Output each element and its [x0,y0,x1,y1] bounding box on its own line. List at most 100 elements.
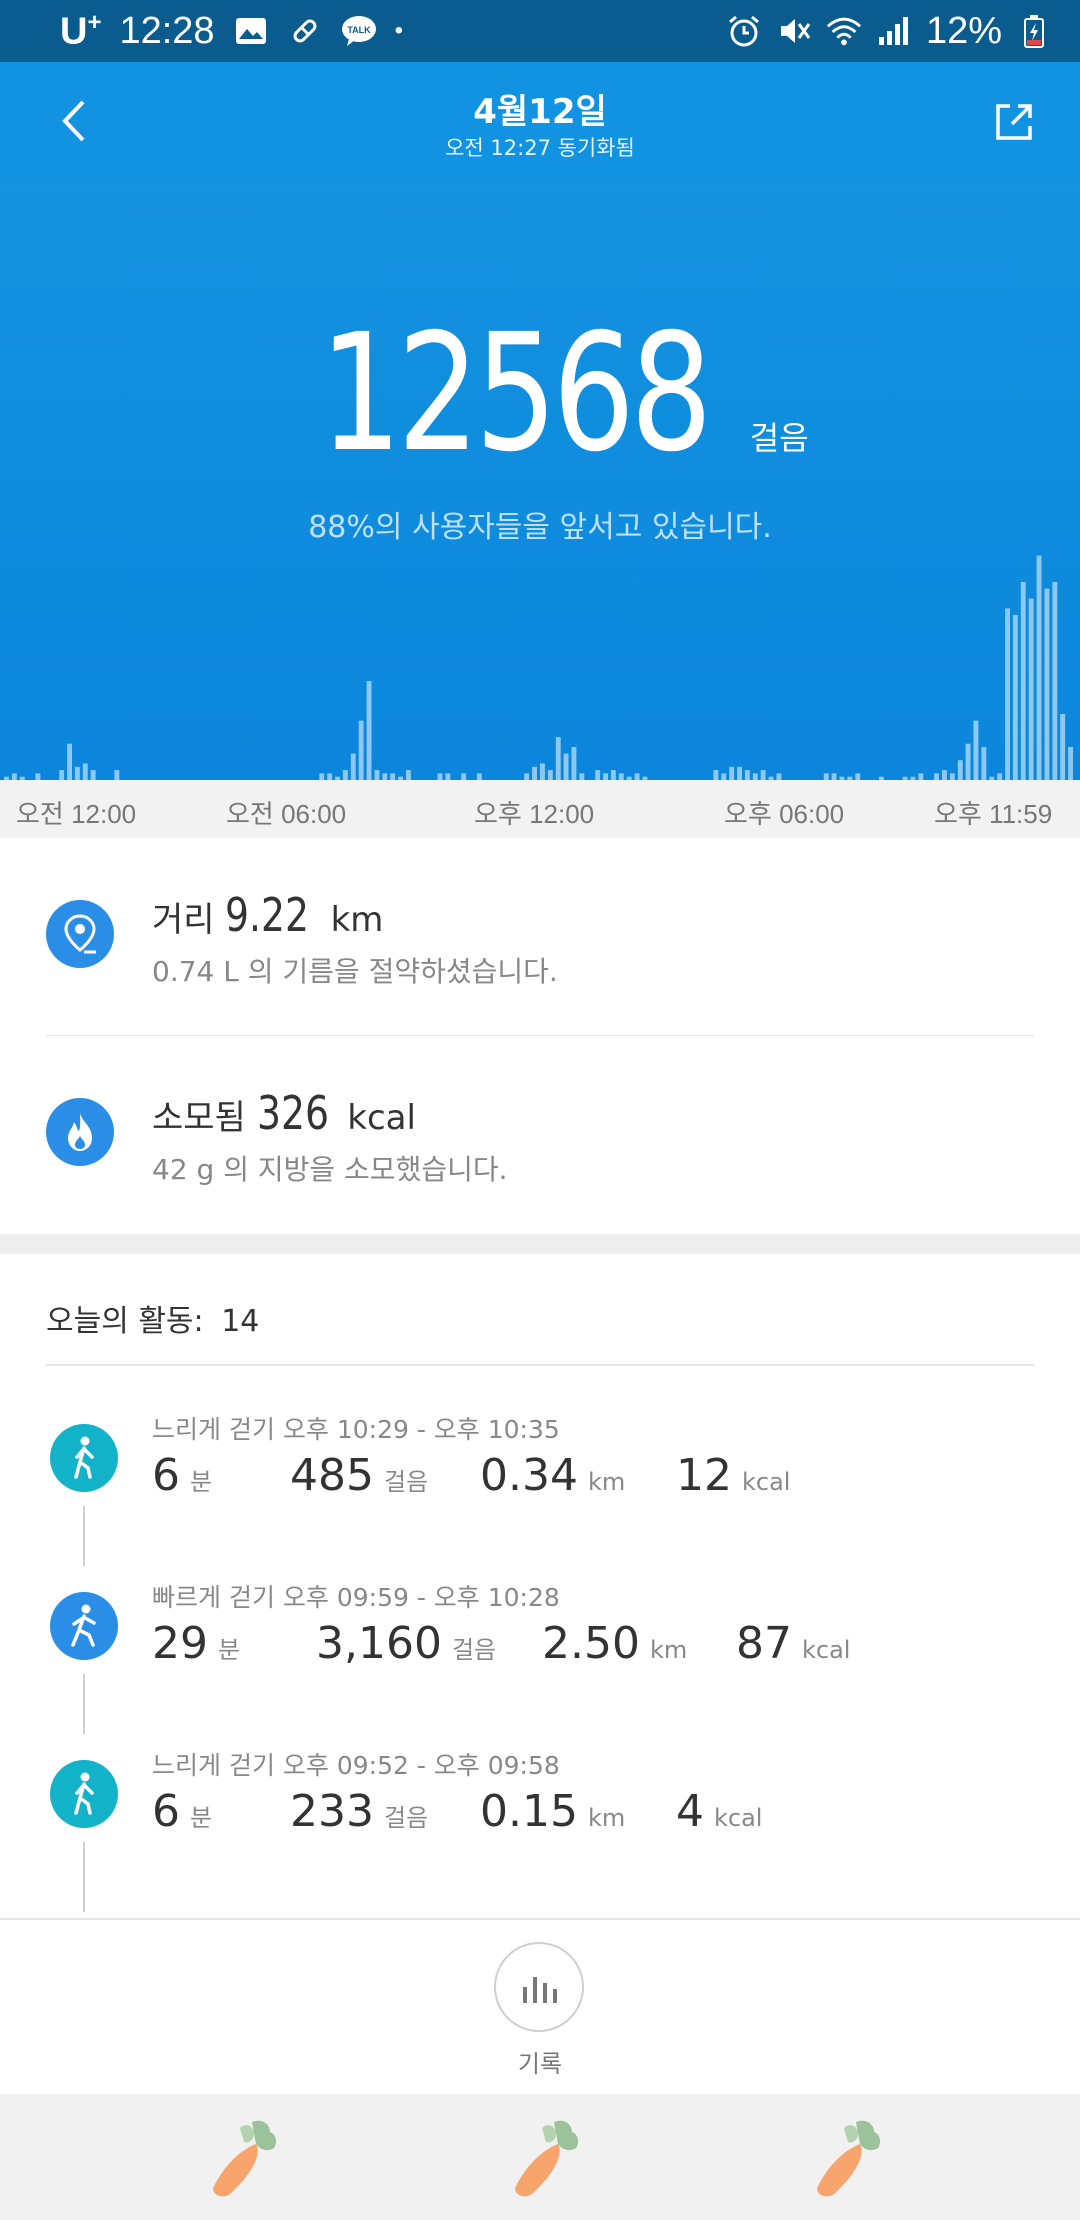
histogram-bar [579,773,585,780]
activities-divider [46,1364,1034,1366]
histogram-bar [437,773,443,780]
histogram-bar [981,747,987,780]
time-label-6pm: 오후 06:00 [724,799,845,829]
histogram-bar [776,773,782,780]
activities-label: 오늘의 활동: [46,1304,204,1339]
pill-icon [287,13,323,49]
histogram-bar [319,773,325,780]
histogram-bar [752,773,758,780]
page-title: 4월12일 [473,92,607,132]
fuel-saved-note: 0.74 L 의 기름을 절약하셨습니다. [152,955,558,988]
flame-icon [46,1098,114,1166]
gallery-icon [233,13,269,49]
distance-label: 거리 [152,900,215,940]
calories-unit: kcal [347,1098,416,1138]
carrot-icon[interactable] [196,2114,286,2204]
histogram-bar [942,770,947,780]
histogram-bar [1012,615,1018,780]
histogram-bar [358,720,364,780]
time-label-start: 오전 12:00 [16,799,137,829]
carrot-icon[interactable] [800,2114,890,2204]
battery-percent: 12% [925,9,1002,52]
wifi-icon [826,13,862,49]
histogram-bar [342,770,348,780]
kcal-unit: kcal [714,1804,763,1832]
distance-unit: km [587,1804,626,1832]
section-separator [0,1234,1080,1254]
record-label: 기록 [517,2050,563,2078]
activity-stats: 29 분 3,160 걸음 2.50 km 87 kcal [152,1618,1052,1678]
steps-unit: 걸음 [383,1804,429,1832]
activities-header: 오늘의 활동: 14 [46,1296,259,1340]
steps-hero: 12568 걸음 88%의 사용자들을 앞서고 있습니다. [0,180,1080,780]
histogram-bar [713,770,719,780]
alarm-icon [726,13,762,49]
histogram-bar [957,760,963,780]
histogram-bar [855,773,861,780]
sync-status: 오전 12:27 동기화됨 [445,136,635,160]
histogram-bar [35,773,41,780]
activity-minutes: 29 [152,1618,208,1669]
walking-icon [50,1760,118,1828]
activity-distance: 2.50 [542,1618,640,1669]
minutes-unit: 분 [190,1468,213,1496]
steps-unit: 걸음 [749,419,809,457]
histogram-bar [1060,714,1066,780]
steps-display: 12568 걸음 [0,300,1080,488]
histogram-bar [382,773,388,780]
time-label-end: 오후 11:59 [934,799,1053,829]
minutes-unit: 분 [218,1636,241,1664]
record-button[interactable] [494,1942,584,2032]
talk-icon: TALK [341,13,377,49]
kcal-unit: kcal [802,1636,851,1664]
histogram-bar [949,773,955,780]
histogram-bar [831,773,837,780]
share-icon [996,104,1032,140]
histogram-bar [965,743,971,780]
histogram-bar [721,773,727,780]
activity-item[interactable]: 느리게 걷기 오후 10:29 - 오후 10:35 6분 485 걸음 0.34… [0,1396,1080,1566]
histogram-bar [1068,747,1073,780]
histogram-bar [67,743,72,780]
histogram-bar [934,773,939,780]
share-button[interactable] [984,92,1044,152]
distance-summary: 거리 9.22 km 0.74 L 의 기름을 절약하셨습니다. [0,838,1080,1036]
kcal-unit: kcal [742,1468,791,1496]
histogram-bar [997,773,1003,780]
histogram-bar [445,773,451,780]
timeline-connector [83,1842,85,1912]
histogram-bar [524,773,530,780]
histogram-bar [547,770,553,780]
steps-unit: 걸음 [451,1636,497,1664]
histogram-bar [744,770,750,780]
activity-kcal: 87 [736,1618,792,1669]
bar-chart-icon [523,1977,557,2003]
distance-value: 9.22 [225,888,310,942]
histogram-bar [571,747,577,780]
histogram-bar [973,720,979,780]
activity-item[interactable]: 느리게 걷기 오후 09:52 - 오후 09:58 6분 233 걸음 0.15… [0,1732,1080,1912]
time-label-6am: 오전 06:00 [226,799,347,829]
distance-unit: km [587,1468,626,1496]
histogram-bar [476,773,482,780]
histogram-bar [350,753,356,780]
status-bar: U+ 12:28 TALK • 12% [0,0,1080,62]
activity-steps: 485 [290,1450,374,1501]
activity-steps: 233 [290,1786,374,1837]
histogram-bar [1044,588,1050,780]
carrier-label: U+ [60,8,102,53]
histogram-bar [618,773,624,780]
histogram-bar [366,681,372,780]
histogram-bar [823,773,829,780]
histogram-bar [1052,582,1058,780]
activity-item[interactable]: 빠르게 걷기 오후 09:59 - 오후 10:28 29 분 3,160 걸음 2… [0,1564,1080,1734]
svg-text:TALK: TALK [347,25,371,35]
histogram-bar [610,770,616,780]
distance-unit: km [330,900,384,940]
activity-kcal: 4 [676,1786,704,1837]
carrot-icon[interactable] [498,2114,588,2204]
steps-count: 12568 [319,300,713,488]
mute-icon [776,13,812,49]
histogram-bar [406,770,411,780]
activity-title: 느리게 걷기 오후 10:29 - 오후 10:35 [152,1415,560,1444]
